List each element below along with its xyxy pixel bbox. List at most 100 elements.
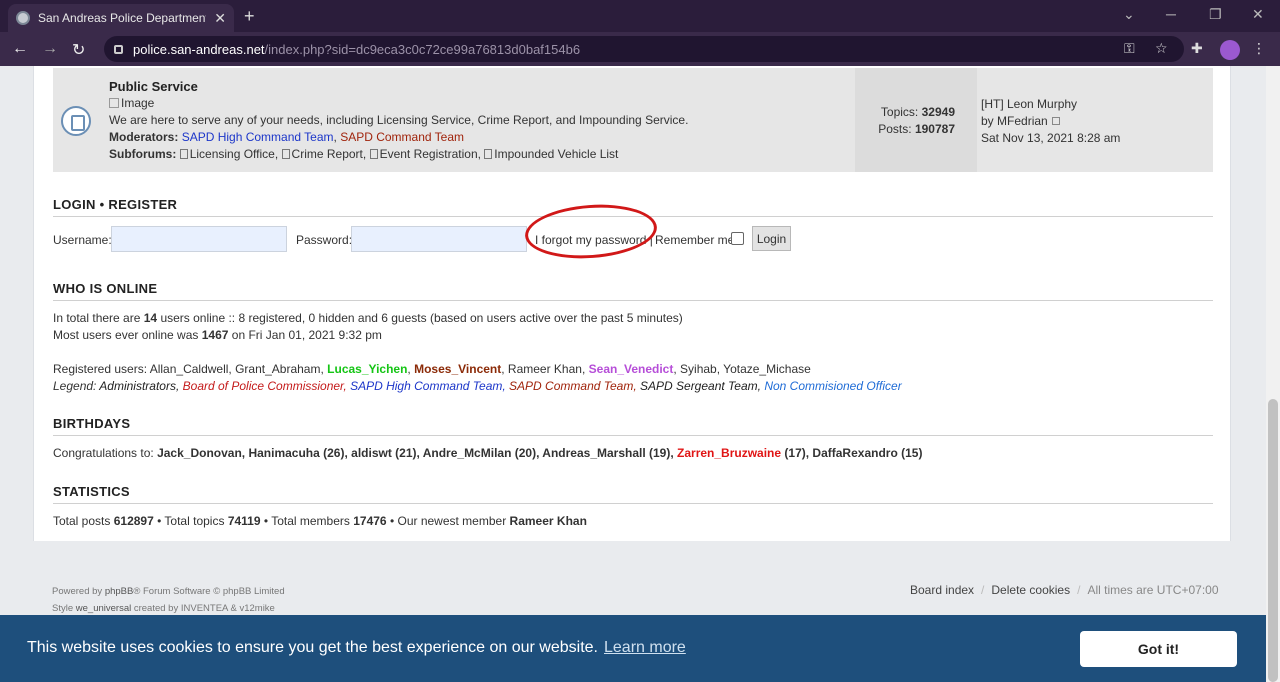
user-link-sean[interactable]: Sean_Venedict	[589, 362, 674, 376]
legend-administrators[interactable]: Administrators,	[99, 379, 179, 393]
user-link-moses[interactable]: Moses_Vincent	[414, 362, 501, 376]
topics-count: 32949	[921, 105, 955, 119]
delete-cookies-link[interactable]: Delete cookies	[991, 583, 1070, 597]
forum-body: Public Service Image We are here to serv…	[109, 78, 849, 163]
close-tab-icon[interactable]: ✕	[214, 10, 226, 27]
forum-unread-icon[interactable]	[61, 106, 91, 136]
extensions-puzzle-icon[interactable]: ✚	[1191, 40, 1203, 57]
minimize-icon[interactable]: ─	[1166, 6, 1176, 22]
subforum-link-licensing[interactable]: Licensing Office,	[190, 147, 279, 161]
powered-post: ® Forum Software © phpBB Limited	[133, 586, 285, 597]
forum-subforums: Subforums: Licensing Office, Crime Repor…	[109, 146, 849, 163]
forum-description: We are here to serve any of your needs, …	[109, 113, 689, 127]
user-link-lucas[interactable]: Lucas_Yichen	[327, 362, 407, 376]
style-post: created by INVENTEA & v12mike	[133, 603, 275, 614]
stats-newest-label: • Our newest member	[389, 514, 507, 528]
forum-image: Image	[109, 95, 849, 112]
url-host: police.san-andreas.net	[133, 41, 265, 57]
last-post: [HT] Leon Murphy by MFedrian Sat Nov 13,…	[981, 96, 1120, 147]
powered-pre: Powered by	[52, 586, 103, 597]
subforum-icon	[369, 149, 378, 159]
cookie-message-text: This website uses cookies to ensure you …	[27, 639, 598, 656]
registered-users-b[interactable]: , Syihab, Yotaze_Michase	[673, 362, 810, 376]
online-total-pre: In total there are	[53, 311, 141, 325]
stats-topics-label: • Total topics	[157, 514, 225, 528]
birthdays-list-a[interactable]: Jack_Donovan, Hanimacuha (26), aldiswt (…	[157, 446, 674, 460]
profile-avatar[interactable]	[1220, 40, 1240, 60]
legend-command-team[interactable]: SAPD Command Team,	[509, 379, 637, 393]
browser-tab-bar: San Andreas Police Department - ✕ + ⌄ ─ …	[0, 0, 1280, 32]
birthday-user-zarren[interactable]: Zarren_Bruzwaine	[677, 446, 781, 460]
forum-title[interactable]: Public Service	[109, 78, 849, 95]
posts-count: 190787	[914, 122, 955, 136]
moderator-link-high-command[interactable]: SAPD High Command Team	[182, 130, 334, 144]
registered-users-mid[interactable]: , Rameer Khan,	[501, 362, 585, 376]
stats-posts-label: Total posts	[53, 514, 111, 528]
scrollbar-thumb[interactable]	[1268, 399, 1278, 682]
online-total-post: users online :: 8 registered, 0 hidden a…	[160, 311, 683, 325]
browser-menu-icon[interactable]: ⋮	[1252, 40, 1266, 57]
online-max-pre: Most users ever online was	[53, 328, 199, 342]
legend-high-command[interactable]: SAPD High Command Team,	[350, 379, 506, 393]
forward-arrow-icon[interactable]: →	[42, 40, 58, 58]
restore-icon[interactable]: ❐	[1209, 6, 1222, 23]
stats-newest-member[interactable]: Rameer Khan	[510, 514, 587, 528]
back-arrow-icon[interactable]: ←	[12, 40, 28, 58]
statistics-line: Total posts 612897 • Total topics 74119 …	[53, 514, 587, 528]
login-button[interactable]: Login	[752, 226, 791, 251]
moderator-link-command[interactable]: SAPD Command Team	[340, 130, 464, 144]
new-tab-button[interactable]: +	[244, 6, 255, 27]
forum-stats: Topics: 32949 Posts: 190787	[855, 68, 977, 172]
url-path: /index.php?sid=dc9eca3c0c72ce99a76813d0b…	[264, 41, 581, 57]
cookie-message: This website uses cookies to ensure you …	[27, 639, 686, 657]
learn-more-link[interactable]: Learn more	[604, 639, 686, 656]
cookie-accept-button[interactable]: Got it!	[1080, 631, 1237, 667]
lock-icon	[114, 44, 123, 54]
last-post-title[interactable]: [HT] Leon Murphy	[981, 96, 1120, 113]
style-name: we_universal	[75, 603, 132, 614]
phpbb-link[interactable]: phpBB	[105, 586, 134, 597]
tab-search-icon[interactable]: ⌄	[1123, 6, 1135, 23]
last-post-author[interactable]: MFedrian	[997, 114, 1048, 128]
birthdays-list-b[interactable]: (17), DaffaRexandro (15)	[784, 446, 922, 460]
legend-sergeant-team[interactable]: SAPD Sergeant Team,	[640, 379, 761, 393]
topics-label: Topics:	[880, 105, 919, 119]
bookmark-star-icon[interactable]: ☆	[1155, 40, 1168, 57]
close-window-icon[interactable]: ✕	[1252, 6, 1264, 23]
remember-me-checkbox[interactable]	[731, 232, 744, 245]
login-heading-link[interactable]: LOGIN	[53, 197, 96, 212]
view-latest-post-icon[interactable]	[1051, 117, 1060, 125]
register-heading-link[interactable]: REGISTER	[108, 197, 177, 212]
reload-icon[interactable]: ↻	[72, 40, 85, 60]
subforums-label: Subforums:	[109, 147, 177, 161]
subforum-icon	[281, 149, 290, 159]
legend-label: Legend:	[53, 379, 97, 393]
page-scrollbar[interactable]	[1266, 66, 1280, 682]
heading-separator: •	[99, 197, 105, 212]
username-input[interactable]	[111, 226, 287, 252]
broken-image-icon	[109, 98, 119, 108]
username-label: Username:	[53, 233, 112, 247]
password-input[interactable]	[351, 226, 527, 252]
password-label: Password:	[296, 233, 353, 247]
legend-nco[interactable]: Non Commisioned Officer	[764, 379, 901, 393]
url-field[interactable]: police.san-andreas.net/index.php?sid=dc9…	[104, 36, 1184, 62]
key-icon[interactable]: ⚿	[1124, 40, 1135, 57]
footer-separator: /	[981, 583, 985, 597]
subforum-link-crime-report[interactable]: Crime Report,	[292, 147, 367, 161]
style-pre: Style	[52, 603, 74, 614]
online-total-count: 14	[143, 311, 158, 325]
registered-users-a[interactable]: Allan_Caldwell, Grant_Abraham,	[150, 362, 324, 376]
footer-nav: Board index / Delete cookies / All times are…	[910, 583, 1219, 597]
timezone-text: All times are UTC+07:00	[1087, 583, 1219, 597]
board-index-link[interactable]: Board index	[910, 583, 974, 597]
forum-panel: Public Service Image We are here to serv…	[33, 66, 1231, 559]
page-viewport: Public Service Image We are here to serv…	[0, 66, 1266, 682]
subforum-link-impounded[interactable]: Impounded Vehicle List	[494, 147, 618, 161]
subforum-icon	[179, 149, 188, 159]
red-annotation-circle	[523, 200, 659, 263]
subforum-link-event-registration[interactable]: Event Registration,	[380, 147, 481, 161]
browser-tab[interactable]: San Andreas Police Department - ✕	[8, 4, 234, 32]
legend-board-commissioner[interactable]: Board of Police Commissioner,	[183, 379, 347, 393]
login-heading: LOGIN • REGISTER	[53, 197, 177, 212]
